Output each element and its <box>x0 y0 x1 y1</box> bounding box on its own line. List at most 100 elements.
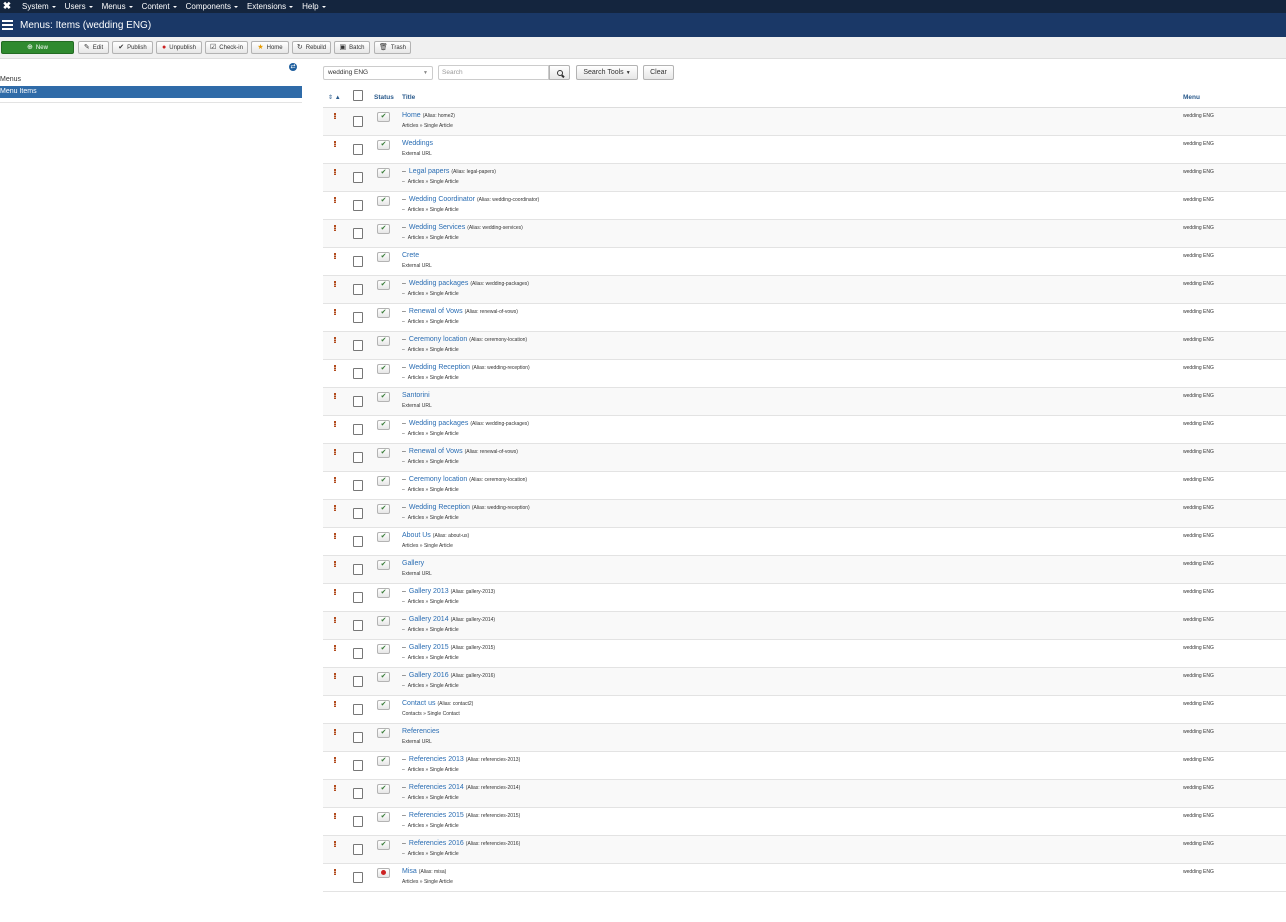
status-toggle-button[interactable]: ✔ <box>377 196 390 206</box>
rebuild-button[interactable]: ↻ Rebuild <box>292 41 331 54</box>
row-checkbox[interactable] <box>353 648 363 659</box>
row-checkbox[interactable] <box>353 592 363 603</box>
item-title-link[interactable]: Gallery 2016 <box>409 672 449 679</box>
drag-handle-icon[interactable] <box>334 589 336 595</box>
item-title-link[interactable]: Contact us <box>402 700 435 707</box>
item-title-link[interactable]: Gallery 2013 <box>409 588 449 595</box>
row-checkbox[interactable] <box>353 564 363 575</box>
item-title-link[interactable]: Gallery 2015 <box>409 644 449 651</box>
status-toggle-button[interactable] <box>377 868 390 878</box>
item-title-link[interactable]: Gallery <box>402 560 424 567</box>
drag-handle-icon[interactable] <box>334 309 336 315</box>
trash-button[interactable]: 🗑 Trash <box>374 41 411 54</box>
status-toggle-button[interactable]: ✔ <box>377 616 390 626</box>
sidebar-item-menus[interactable]: Menus <box>0 76 21 83</box>
status-toggle-button[interactable]: ✔ <box>377 112 390 122</box>
drag-handle-icon[interactable] <box>334 645 336 651</box>
status-toggle-button[interactable]: ✔ <box>377 252 390 262</box>
row-checkbox[interactable] <box>353 172 363 183</box>
item-title-link[interactable]: Weddings <box>402 140 433 147</box>
status-toggle-button[interactable]: ✔ <box>377 700 390 710</box>
item-title-link[interactable]: Referencies <box>402 728 439 735</box>
row-checkbox[interactable] <box>353 368 363 379</box>
search-button[interactable] <box>549 65 570 80</box>
status-toggle-button[interactable]: ✔ <box>377 476 390 486</box>
nav-system[interactable]: System <box>22 0 56 13</box>
item-title-link[interactable]: Referencies 2014 <box>409 784 464 791</box>
unpublish-button[interactable]: ● Unpublish <box>156 41 202 54</box>
item-title-link[interactable]: Ceremony location <box>409 336 467 343</box>
row-checkbox[interactable] <box>353 284 363 295</box>
drag-handle-icon[interactable] <box>334 477 336 483</box>
row-checkbox[interactable] <box>353 760 363 771</box>
row-checkbox[interactable] <box>353 788 363 799</box>
status-toggle-button[interactable]: ✔ <box>377 140 390 150</box>
status-toggle-button[interactable]: ✔ <box>377 672 390 682</box>
nav-content[interactable]: Content <box>142 0 177 13</box>
row-checkbox[interactable] <box>353 228 363 239</box>
check-all-checkbox[interactable] <box>353 90 363 101</box>
row-checkbox[interactable] <box>353 480 363 491</box>
item-title-link[interactable]: Referencies 2015 <box>409 812 464 819</box>
status-toggle-button[interactable]: ✔ <box>377 504 390 514</box>
item-title-link[interactable]: Santorini <box>402 392 430 399</box>
search-input[interactable]: Search <box>438 65 549 80</box>
status-toggle-button[interactable]: ✔ <box>377 420 390 430</box>
row-checkbox[interactable] <box>353 508 363 519</box>
drag-handle-icon[interactable] <box>334 337 336 343</box>
row-checkbox[interactable] <box>353 872 363 883</box>
drag-handle-icon[interactable] <box>334 701 336 707</box>
sidebar-toggle-icon[interactable]: ⇄ <box>289 63 297 71</box>
nav-help[interactable]: Help <box>302 0 326 13</box>
status-toggle-button[interactable]: ✔ <box>377 448 390 458</box>
item-title-link[interactable]: Misa <box>402 868 417 875</box>
joomla-logo-icon[interactable]: ✖ <box>1 0 13 13</box>
title-column-header[interactable]: Title <box>402 94 415 101</box>
drag-handle-icon[interactable] <box>334 729 336 735</box>
drag-handle-icon[interactable] <box>334 533 336 539</box>
status-toggle-button[interactable]: ✔ <box>377 784 390 794</box>
row-checkbox[interactable] <box>353 116 363 127</box>
item-title-link[interactable]: Home <box>402 112 421 119</box>
drag-handle-icon[interactable] <box>334 841 336 847</box>
item-title-link[interactable]: Referencies 2016 <box>409 840 464 847</box>
status-toggle-button[interactable]: ✔ <box>377 364 390 374</box>
row-checkbox[interactable] <box>353 676 363 687</box>
item-title-link[interactable]: Wedding Reception <box>409 364 470 371</box>
batch-button[interactable]: ▣ Batch <box>334 41 370 54</box>
status-toggle-button[interactable]: ✔ <box>377 308 390 318</box>
menu-filter-select[interactable]: wedding ENG ▼ <box>323 66 433 80</box>
row-checkbox[interactable] <box>353 704 363 715</box>
row-checkbox[interactable] <box>353 620 363 631</box>
row-checkbox[interactable] <box>353 340 363 351</box>
drag-handle-icon[interactable] <box>334 785 336 791</box>
status-toggle-button[interactable]: ✔ <box>377 532 390 542</box>
row-checkbox[interactable] <box>353 816 363 827</box>
row-checkbox[interactable] <box>353 396 363 407</box>
row-checkbox[interactable] <box>353 256 363 267</box>
row-checkbox[interactable] <box>353 536 363 547</box>
nav-users[interactable]: Users <box>65 0 93 13</box>
item-title-link[interactable]: Crete <box>402 252 419 259</box>
clear-button[interactable]: Clear <box>643 65 674 80</box>
row-checkbox[interactable] <box>353 144 363 155</box>
drag-handle-icon[interactable] <box>334 169 336 175</box>
drag-handle-icon[interactable] <box>334 225 336 231</box>
status-toggle-button[interactable]: ✔ <box>377 392 390 402</box>
status-toggle-button[interactable]: ✔ <box>377 812 390 822</box>
drag-handle-icon[interactable] <box>334 281 336 287</box>
status-column-header[interactable]: Status <box>374 94 394 101</box>
item-title-link[interactable]: Wedding Reception <box>409 504 470 511</box>
row-checkbox[interactable] <box>353 312 363 323</box>
drag-handle-icon[interactable] <box>334 757 336 763</box>
row-checkbox[interactable] <box>353 732 363 743</box>
row-checkbox[interactable] <box>353 424 363 435</box>
nav-extensions[interactable]: Extensions <box>247 0 294 13</box>
sort-ordering-icon[interactable]: ⇕ ▲ <box>328 94 341 101</box>
status-toggle-button[interactable]: ✔ <box>377 756 390 766</box>
drag-handle-icon[interactable] <box>334 253 336 259</box>
drag-handle-icon[interactable] <box>334 617 336 623</box>
drag-handle-icon[interactable] <box>334 365 336 371</box>
drag-handle-icon[interactable] <box>334 141 336 147</box>
drag-handle-icon[interactable] <box>334 393 336 399</box>
